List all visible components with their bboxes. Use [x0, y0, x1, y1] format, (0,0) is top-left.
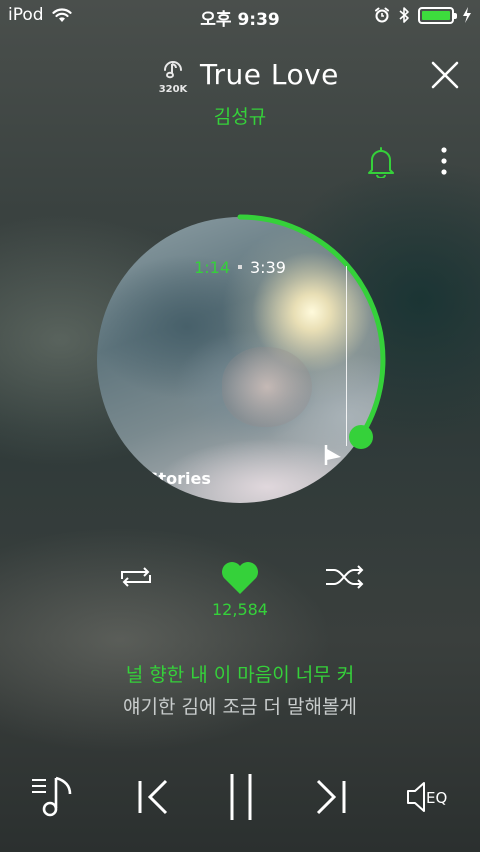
bluetooth-icon	[399, 7, 409, 23]
status-right	[374, 6, 472, 24]
flag-icon[interactable]	[323, 443, 345, 465]
progress-knob[interactable]	[348, 424, 373, 449]
total-time: 3:39	[250, 258, 286, 277]
battery-icon	[418, 6, 457, 24]
repeat-icon[interactable]	[116, 563, 156, 591]
eq-label: EQ	[426, 789, 448, 807]
audio-quality[interactable]: 320K	[156, 58, 190, 95]
shuffle-icon[interactable]	[324, 563, 366, 591]
artist-name[interactable]: 김성규	[0, 102, 480, 129]
more-options-icon[interactable]	[434, 146, 454, 178]
lyric-current-line[interactable]: 널 향한 내 이 마음이 너무 커	[0, 660, 480, 687]
battery-level	[422, 10, 450, 20]
like-count: 12,584	[212, 600, 268, 619]
hq-music-icon	[164, 61, 182, 79]
charging-icon	[463, 7, 471, 23]
album-overlay-text: Stories	[147, 469, 211, 488]
status-bar: iPod 오후 9:39	[0, 0, 480, 32]
playback-time: 1:14 3:39	[90, 258, 390, 277]
alarm-icon	[375, 7, 389, 23]
pause-icon[interactable]	[226, 772, 256, 822]
previous-track-icon[interactable]	[136, 772, 172, 822]
bell-icon[interactable]	[366, 146, 396, 178]
current-time: 1:14	[194, 258, 230, 277]
time-separator	[238, 265, 242, 269]
quality-label: 320K	[158, 84, 188, 95]
heart-icon[interactable]	[220, 560, 260, 596]
close-icon[interactable]	[428, 58, 462, 92]
album-player[interactable]: Stories 1:14 3:39	[90, 210, 390, 510]
scrub-line	[346, 266, 347, 446]
playlist-icon[interactable]	[30, 772, 76, 822]
lyric-next-line[interactable]: 얘기한 김에 조금 더 말해볼게	[0, 692, 480, 719]
equalizer-button[interactable]: EQ	[404, 772, 454, 822]
album-art-figure	[222, 347, 312, 427]
next-track-icon[interactable]	[312, 772, 348, 822]
song-title: True Love	[200, 58, 339, 91]
